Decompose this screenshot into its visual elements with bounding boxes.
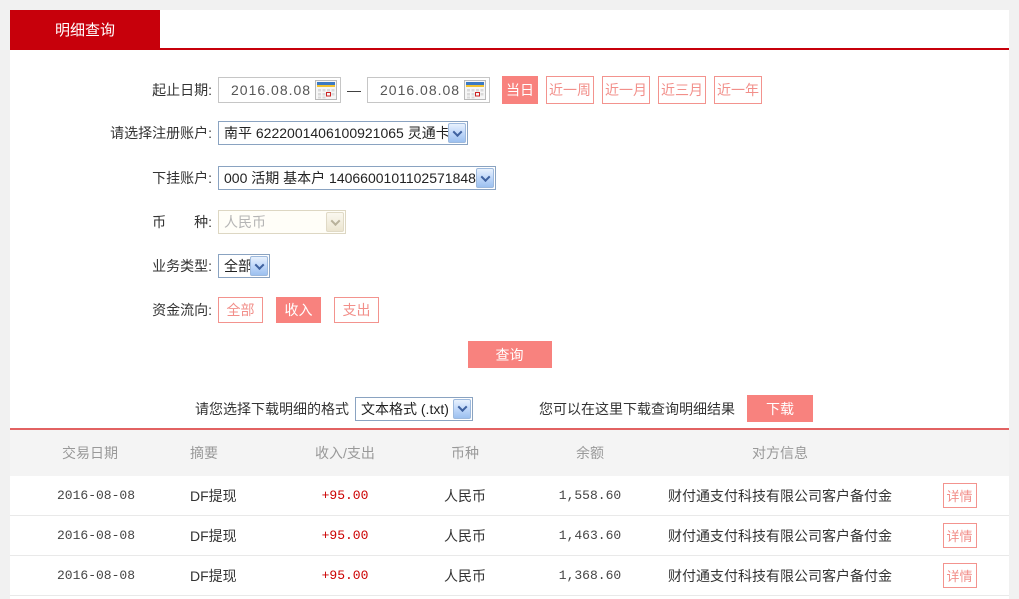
- calendar-icon[interactable]: [315, 80, 337, 100]
- query-form: 起止日期: 2016.08.08 — 2016.08.08: [10, 50, 1009, 430]
- chevron-down-icon[interactable]: [448, 123, 466, 143]
- date-range-row: 起止日期: 2016.08.08 — 2016.08.08: [10, 76, 1009, 104]
- registered-account-row: 请选择注册账户: 南平 6222001406100921065 灵通卡: [10, 121, 1009, 145]
- table-row: 2016-08-08 DF提现 +95.00 人民币 1,368.60 财付通支…: [10, 556, 1009, 596]
- query-button[interactable]: 查询: [468, 341, 552, 368]
- cell-amount: +95.00: [290, 488, 400, 503]
- quick-range-week-button[interactable]: 近一周: [546, 76, 594, 104]
- quick-range-today-button[interactable]: 当日: [502, 76, 538, 104]
- download-hint-text: 您可以在这里下载查询明细结果: [539, 399, 735, 419]
- cell-currency: 人民币: [400, 566, 530, 586]
- header-summary: 摘要: [190, 443, 290, 463]
- cell-balance: 1,368.60: [530, 568, 650, 583]
- quick-range-month-button[interactable]: 近一月: [602, 76, 650, 104]
- tab-bar: 明细查询: [10, 10, 1009, 50]
- download-format-label: 请您选择下载明细的格式: [195, 399, 349, 419]
- query-button-row: 查询: [10, 341, 1009, 368]
- flow-expense-button[interactable]: 支出: [334, 297, 379, 323]
- cell-currency: 人民币: [400, 526, 530, 546]
- flow-all-button[interactable]: 全部: [218, 297, 263, 323]
- cell-trade-date: 2016-08-08: [10, 488, 190, 503]
- main-panel: 明细查询 起止日期: 2016.08.08: [10, 10, 1009, 599]
- download-row: 请您选择下载明细的格式 文本格式 (.txt) 您可以在这里下载查询明细结果 下…: [10, 395, 1009, 422]
- quick-range-year-button[interactable]: 近一年: [714, 76, 762, 104]
- detail-button[interactable]: 详情: [943, 483, 977, 508]
- chevron-down-icon[interactable]: [453, 399, 471, 419]
- business-type-row: 业务类型: 全部: [10, 254, 1009, 278]
- cell-currency: 人民币: [400, 486, 530, 506]
- end-date-input[interactable]: 2016.08.08: [367, 77, 490, 103]
- table-row: 2016-08-08 DF提现 +95.00 人民币 1,463.60 财付通支…: [10, 516, 1009, 556]
- sub-account-value: 000 活期 基本户 1406600101102571848: [219, 168, 476, 188]
- table-row: 2016-08-08 DF提现 +95.00 人民币 1,558.60 财付通支…: [10, 476, 1009, 516]
- results-table: 交易日期 摘要 收入/支出 币种 余额 对方信息 2016-08-08 DF提现…: [10, 430, 1009, 596]
- date-range-label: 起止日期:: [10, 80, 218, 100]
- fund-flow-label: 资金流向:: [10, 300, 218, 320]
- download-format-select[interactable]: 文本格式 (.txt): [355, 397, 473, 421]
- business-type-label: 业务类型:: [10, 256, 218, 276]
- table-header-row: 交易日期 摘要 收入/支出 币种 余额 对方信息: [10, 430, 1009, 476]
- download-button[interactable]: 下载: [747, 395, 813, 422]
- header-counterparty: 对方信息: [650, 443, 910, 463]
- cell-amount: +95.00: [290, 528, 400, 543]
- registered-account-select[interactable]: 南平 6222001406100921065 灵通卡: [218, 121, 468, 145]
- header-balance: 余额: [530, 443, 650, 463]
- header-trade-date: 交易日期: [10, 443, 190, 463]
- end-date-value: 2016.08.08: [380, 82, 464, 98]
- header-currency: 币种: [400, 443, 530, 463]
- detail-button[interactable]: 详情: [943, 523, 977, 548]
- cell-counterparty: 财付通支付科技有限公司客户备付金: [650, 486, 910, 506]
- chevron-down-icon: [326, 212, 344, 232]
- header-amount: 收入/支出: [290, 443, 400, 463]
- sub-account-select[interactable]: 000 活期 基本户 1406600101102571848: [218, 166, 496, 190]
- sub-account-label: 下挂账户:: [10, 168, 218, 188]
- flow-income-button[interactable]: 收入: [276, 297, 321, 323]
- start-date-value: 2016.08.08: [231, 82, 315, 98]
- sub-account-row: 下挂账户: 000 活期 基本户 1406600101102571848: [10, 166, 1009, 190]
- date-separator: —: [347, 82, 361, 98]
- currency-value: 人民币: [219, 212, 326, 232]
- registered-account-value: 南平 6222001406100921065 灵通卡: [219, 123, 448, 143]
- currency-row: 币 种: 人民币: [10, 210, 1009, 234]
- quick-range-3months-button[interactable]: 近三月: [658, 76, 706, 104]
- cell-balance: 1,558.60: [530, 488, 650, 503]
- start-date-input[interactable]: 2016.08.08: [218, 77, 341, 103]
- detail-button[interactable]: 详情: [943, 563, 977, 588]
- tab-detail-query[interactable]: 明细查询: [10, 10, 160, 48]
- cell-balance: 1,463.60: [530, 528, 650, 543]
- currency-label: 币 种:: [10, 212, 218, 232]
- calendar-icon[interactable]: [464, 80, 486, 100]
- chevron-down-icon[interactable]: [250, 256, 268, 276]
- registered-account-label: 请选择注册账户:: [10, 123, 218, 143]
- cell-summary: DF提现: [190, 566, 290, 586]
- cell-summary: DF提现: [190, 486, 290, 506]
- cell-counterparty: 财付通支付科技有限公司客户备付金: [650, 526, 910, 546]
- cell-amount: +95.00: [290, 568, 400, 583]
- chevron-down-icon[interactable]: [476, 168, 494, 188]
- cell-trade-date: 2016-08-08: [10, 528, 190, 543]
- business-type-select[interactable]: 全部: [218, 254, 270, 278]
- download-format-value: 文本格式 (.txt): [356, 399, 453, 419]
- cell-summary: DF提现: [190, 526, 290, 546]
- fund-flow-row: 资金流向: 全部 收入 支出: [10, 296, 1009, 324]
- cell-counterparty: 财付通支付科技有限公司客户备付金: [650, 566, 910, 586]
- cell-trade-date: 2016-08-08: [10, 568, 190, 583]
- currency-select: 人民币: [218, 210, 346, 234]
- business-type-value: 全部: [219, 256, 250, 276]
